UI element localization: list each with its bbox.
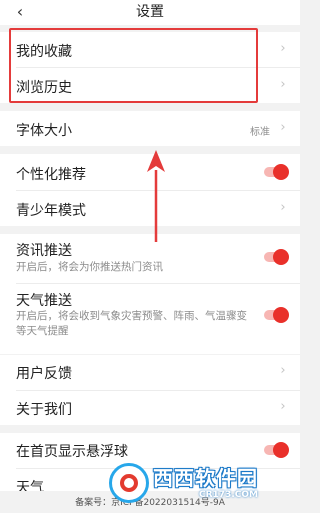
nav-bar: ‹ 设置 [0,0,300,25]
group-recommend: 个性化推荐 青少年模式 › [0,154,300,226]
chevron-right-icon: › [280,120,286,135]
group-favorites-history: 我的收藏 › 浏览历史 › [0,32,300,103]
history-label: 浏览历史 [16,80,72,96]
news-push-row: 资讯推送 开启后，将会为你推送热门资讯 [0,234,300,282]
news-push-label: 资讯推送 [16,243,72,259]
news-push-desc: 开启后，将会为你推送热门资讯 [16,261,163,273]
weather-push-label: 天气推送 [16,293,72,309]
history-row[interactable]: 浏览历史 › [0,68,300,103]
float-ball-row: 在首页显示悬浮球 [0,433,300,467]
page-title: 设置 [136,4,164,20]
weather-push-toggle[interactable] [264,307,289,323]
weather-row[interactable]: 天气 [0,469,300,496]
about-label: 关于我们 [16,402,72,418]
feedback-label: 用户反馈 [16,366,72,382]
font-size-value: 标准 [250,127,270,138]
group-support: 用户反馈 › 关于我们 › [0,355,300,425]
favorites-label: 我的收藏 [16,44,72,60]
footer: 备案号：京ICP备2022031514号-9A [0,491,300,513]
group-home: 在首页显示悬浮球 天气 [0,433,300,496]
personalized-row: 个性化推荐 [0,154,300,189]
weather-push-row: 天气推送 开启后，将会收到气象灾害预警、阵雨、气温骤变等天气提醒 [0,284,300,354]
about-row[interactable]: 关于我们 › [0,391,300,425]
feedback-row[interactable]: 用户反馈 › [0,355,300,389]
personalized-toggle[interactable] [264,164,289,180]
float-ball-label: 在首页显示悬浮球 [16,444,128,460]
chevron-right-icon: › [280,200,286,215]
font-size-row[interactable]: 字体大小 标准 › [0,111,300,146]
teen-mode-row[interactable]: 青少年模式 › [0,191,300,226]
float-ball-toggle[interactable] [264,442,289,458]
favorites-row[interactable]: 我的收藏 › [0,32,300,67]
toggle-knob [273,307,289,323]
teen-mode-label: 青少年模式 [16,203,86,219]
toggle-knob [273,442,289,458]
chevron-right-icon: › [280,41,286,56]
group-push: 资讯推送 开启后，将会为你推送热门资讯 天气推送 开启后，将会收到气象灾害预警、… [0,234,300,354]
chevron-right-icon: › [280,399,286,414]
news-push-toggle[interactable] [264,249,289,265]
weather-push-desc: 开启后，将会收到气象灾害预警、阵雨、气温骤变等天气提醒 [16,310,247,337]
personalized-label: 个性化推荐 [16,167,86,183]
icp-record: 备案号：京ICP备2022031514号-9A [75,498,225,508]
font-size-label: 字体大小 [16,123,72,139]
chevron-right-icon: › [280,77,286,92]
toggle-knob [273,249,289,265]
toggle-knob [273,164,289,180]
chevron-right-icon: › [280,363,286,378]
